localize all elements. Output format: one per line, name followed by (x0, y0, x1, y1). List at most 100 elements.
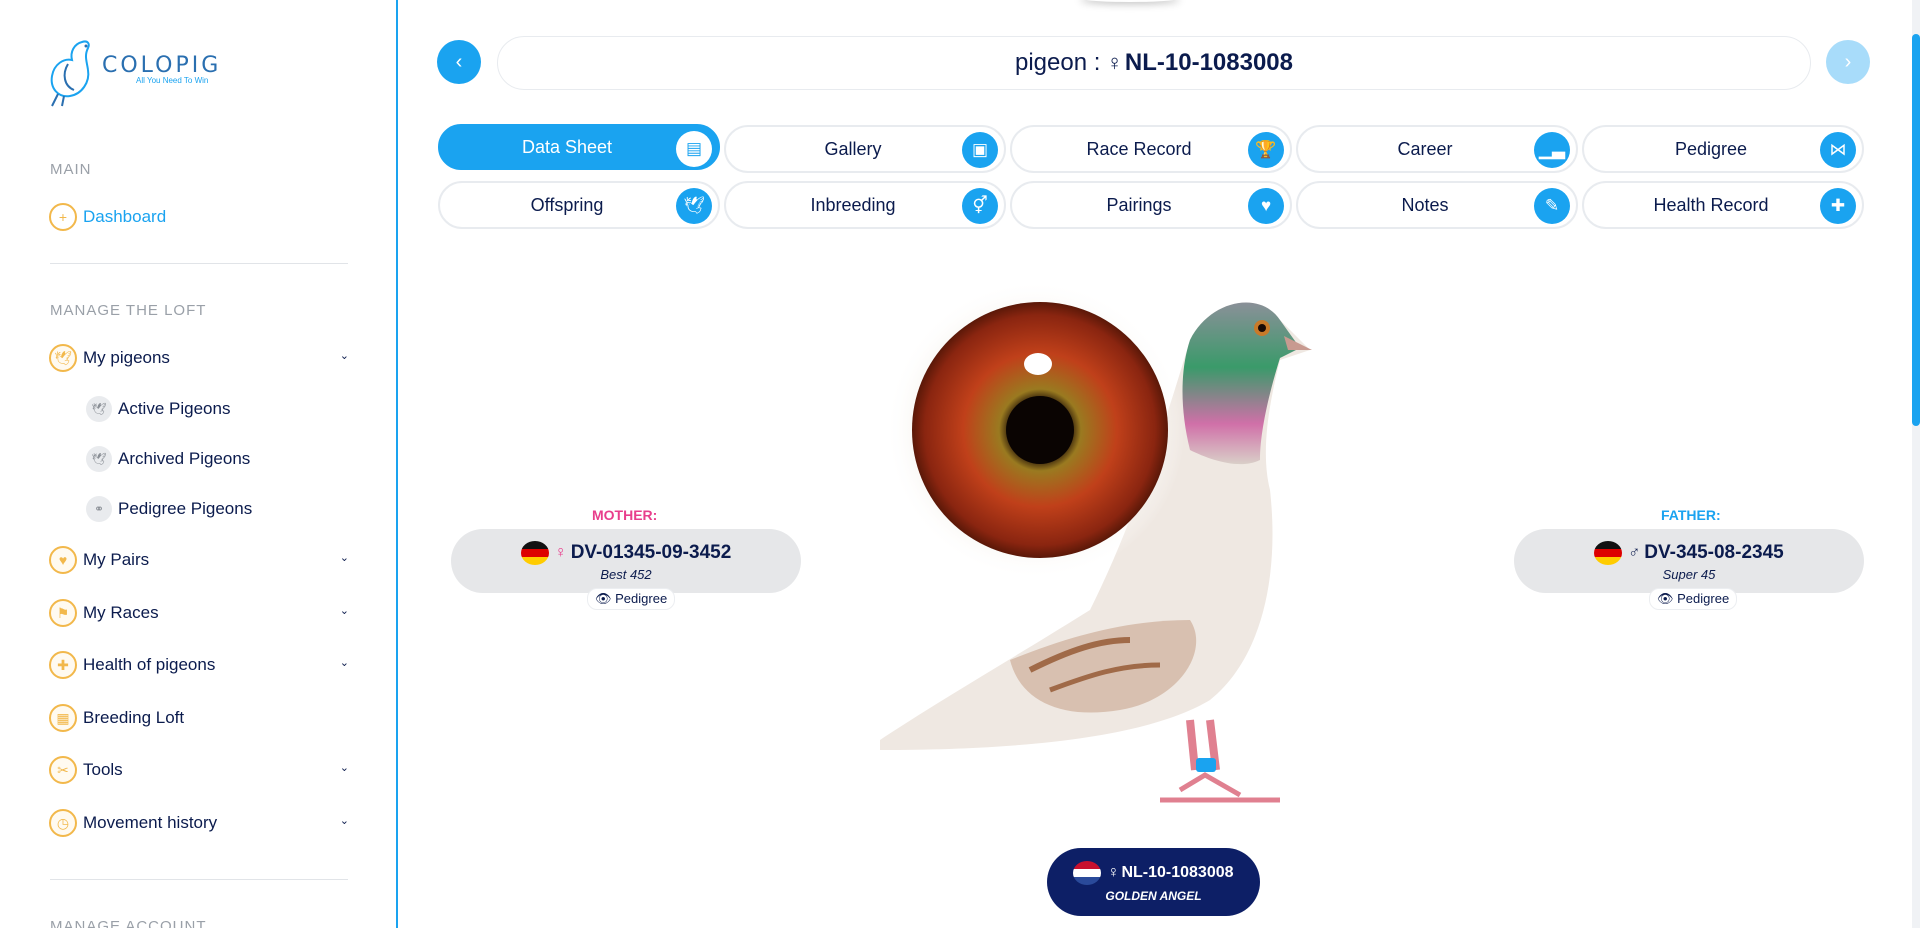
father-label: FATHER: (1651, 504, 1731, 526)
chevron-down-icon: ⌄ (339, 605, 349, 617)
badge-ring: NL-10-1083008 (1121, 864, 1234, 881)
sidebar-divider (50, 879, 348, 880)
chevron-down-icon: ⌄ (339, 657, 349, 669)
image-icon: ▣ (962, 132, 998, 168)
page-scrollbar[interactable] (1912, 0, 1920, 928)
netherlands-flag-icon (1073, 861, 1102, 885)
female-icon: ♀ (554, 543, 567, 561)
pair-birds-icon: ♥ (1248, 188, 1284, 224)
sidebar-item-my-pairs[interactable]: ♥ My Pairs ⌄ (49, 545, 349, 575)
tab-label: Inbreeding (810, 194, 896, 215)
tab-race-record[interactable]: Race Record 🏆 (1010, 125, 1292, 173)
badge-pigeon-name: GOLDEN ANGEL (1105, 889, 1202, 903)
mother-label: MOTHER: (582, 504, 668, 526)
tab-pairings[interactable]: Pairings ♥ (1010, 181, 1292, 229)
sidebar-subitem-label: Pedigree Pigeons (118, 499, 253, 518)
sidebar-item-label: My Pairs (83, 550, 150, 569)
tab-notes[interactable]: Notes ✎ (1296, 181, 1578, 229)
chevron-down-icon: ⌄ (339, 815, 349, 827)
mother-pedigree-link[interactable]: 👁 Pedigree (587, 588, 676, 610)
tab-label: Data Sheet (521, 136, 613, 157)
tab-offspring[interactable]: Offspring 🕊 (438, 181, 720, 229)
dove-icon: 🕊 (676, 188, 712, 224)
pigeon-title-bar: pigeon : ♀ NL-10-1083008 (497, 36, 1811, 90)
page-title-ring: NL-10-1083008 (1124, 49, 1293, 76)
sidebar-subitem-active-pigeons[interactable]: 🕊 Active Pigeons (86, 395, 230, 423)
mother-ring: DV-01345-09-3452 (570, 541, 732, 563)
previous-pigeon-button[interactable]: ‹ (437, 40, 481, 84)
next-pigeon-button[interactable]: › (1826, 40, 1870, 84)
father-pedigree-link[interactable]: 👁 Pedigree (1649, 588, 1738, 610)
father-name: Super 45 (1662, 566, 1716, 582)
share-nodes-icon: ⋈ (1820, 132, 1856, 168)
sidebar-subitem-label: Active Pigeons (118, 399, 231, 418)
scrollbar-thumb[interactable] (1912, 34, 1920, 426)
title-prefix: pigeon : (1014, 49, 1101, 76)
badge-ring-row: ♀ NL-10-1083008 (1073, 861, 1234, 885)
mother-ring-row: ♀ DV-01345-09-3452 (520, 540, 732, 565)
trophy-icon: 🏆 (1248, 132, 1284, 168)
sidebar-item-my-races[interactable]: ⚑ My Races ⌄ (49, 598, 349, 628)
tab-gallery[interactable]: Gallery ▣ (724, 125, 1006, 173)
chevron-down-icon: ⌄ (339, 552, 349, 564)
pair-birds-icon: ♥ (49, 546, 77, 574)
brand-logo[interactable]: COLOPIG All You Need To Win (44, 34, 221, 108)
tab-label: Offspring (530, 194, 604, 215)
tab-label: Career (1397, 138, 1453, 159)
chevron-down-icon: ⌄ (339, 762, 349, 774)
germany-flag-icon (1594, 540, 1623, 565)
pedigree-link-label: Pedigree (1677, 591, 1730, 606)
tab-label: Gallery (824, 138, 882, 159)
sidebar-item-label: Breeding Loft (83, 708, 185, 727)
sidebar-item-label: Tools (83, 760, 123, 779)
sidebar-item-label: My Races (83, 603, 159, 622)
eye-icon: 👁 (595, 591, 612, 606)
sidebar-item-breeding-loft[interactable]: ▦ Breeding Loft (49, 703, 349, 733)
brand-text: COLOPIG All You Need To Win (102, 53, 221, 85)
loft-icon: ▦ (49, 704, 77, 732)
current-pigeon-badge: ♀ NL-10-1083008 GOLDEN ANGEL (1047, 848, 1260, 916)
top-shadow (1080, 0, 1180, 2)
tab-pedigree[interactable]: Pedigree ⋈ (1582, 125, 1864, 173)
male-icon: ♂ (1628, 543, 1641, 561)
sidebar-item-label: Movement history (83, 813, 218, 832)
health-file-icon: ✚ (1820, 188, 1856, 224)
sidebar-subitem-archived-pigeons[interactable]: 🕊 Archived Pigeons (86, 445, 250, 473)
sidebar-subitem-pedigree-pigeons[interactable]: ⚭ Pedigree Pigeons (86, 495, 252, 523)
father-ring: DV-345-08-2345 (1644, 541, 1784, 563)
father-card[interactable]: ♂ DV-345-08-2345 Super 45 (1514, 529, 1864, 593)
father-ring-row: ♂ DV-345-08-2345 (1594, 540, 1784, 565)
pigeon-photo (880, 280, 1312, 803)
tab-career[interactable]: Career ▁▃ (1296, 125, 1578, 173)
flag-icon: ⚑ (49, 599, 77, 627)
eye-icon: 👁 (1657, 591, 1674, 606)
tab-health-record[interactable]: Health Record ✚ (1582, 181, 1864, 229)
sidebar-item-label: Dashboard (83, 207, 167, 226)
tab-label: Notes (1401, 194, 1449, 215)
chevron-down-icon: ⌄ (339, 350, 349, 362)
mother-name: Best 452 (600, 566, 652, 582)
notes-icon: ✎ (1534, 188, 1570, 224)
archived-pigeon-icon: 🕊 (86, 446, 112, 472)
tab-data-sheet[interactable]: Data Sheet ▤ (438, 124, 720, 170)
mother-card[interactable]: ♀ DV-01345-09-3452 Best 452 (451, 529, 801, 593)
sidebar-item-dashboard[interactable]: + Dashboard (49, 202, 349, 232)
section-account-title: MANAGE ACCOUNT (50, 918, 207, 928)
sidebar-item-tools[interactable]: ✂ Tools ⌄ (49, 755, 349, 785)
history-icon: ◷ (49, 809, 77, 837)
germany-flag-icon (520, 540, 549, 565)
chevron-left-icon: ‹ (455, 50, 463, 73)
sidebar: COLOPIG All You Need To Win MAIN + Dashb… (0, 0, 398, 928)
active-pigeon-icon: 🕊 (86, 396, 112, 422)
sidebar-item-label: My pigeons (83, 348, 170, 367)
sidebar-item-my-pigeons[interactable]: 🕊 My pigeons ⌄ (49, 343, 349, 373)
brand-name: COLOPIG (102, 53, 222, 78)
sidebar-item-health[interactable]: ✚ Health of pigeons ⌄ (49, 650, 349, 680)
pedigree-link-label: Pedigree (615, 591, 668, 606)
document-icon: ▤ (676, 131, 712, 167)
sidebar-item-movement-history[interactable]: ◷ Movement history ⌄ (49, 808, 349, 838)
career-chart-icon: ▁▃ (1534, 132, 1570, 168)
gender-icon: ⚥ (962, 188, 998, 224)
tab-inbreeding[interactable]: Inbreeding ⚥ (724, 181, 1006, 229)
tab-label: Race Record (1086, 138, 1192, 159)
